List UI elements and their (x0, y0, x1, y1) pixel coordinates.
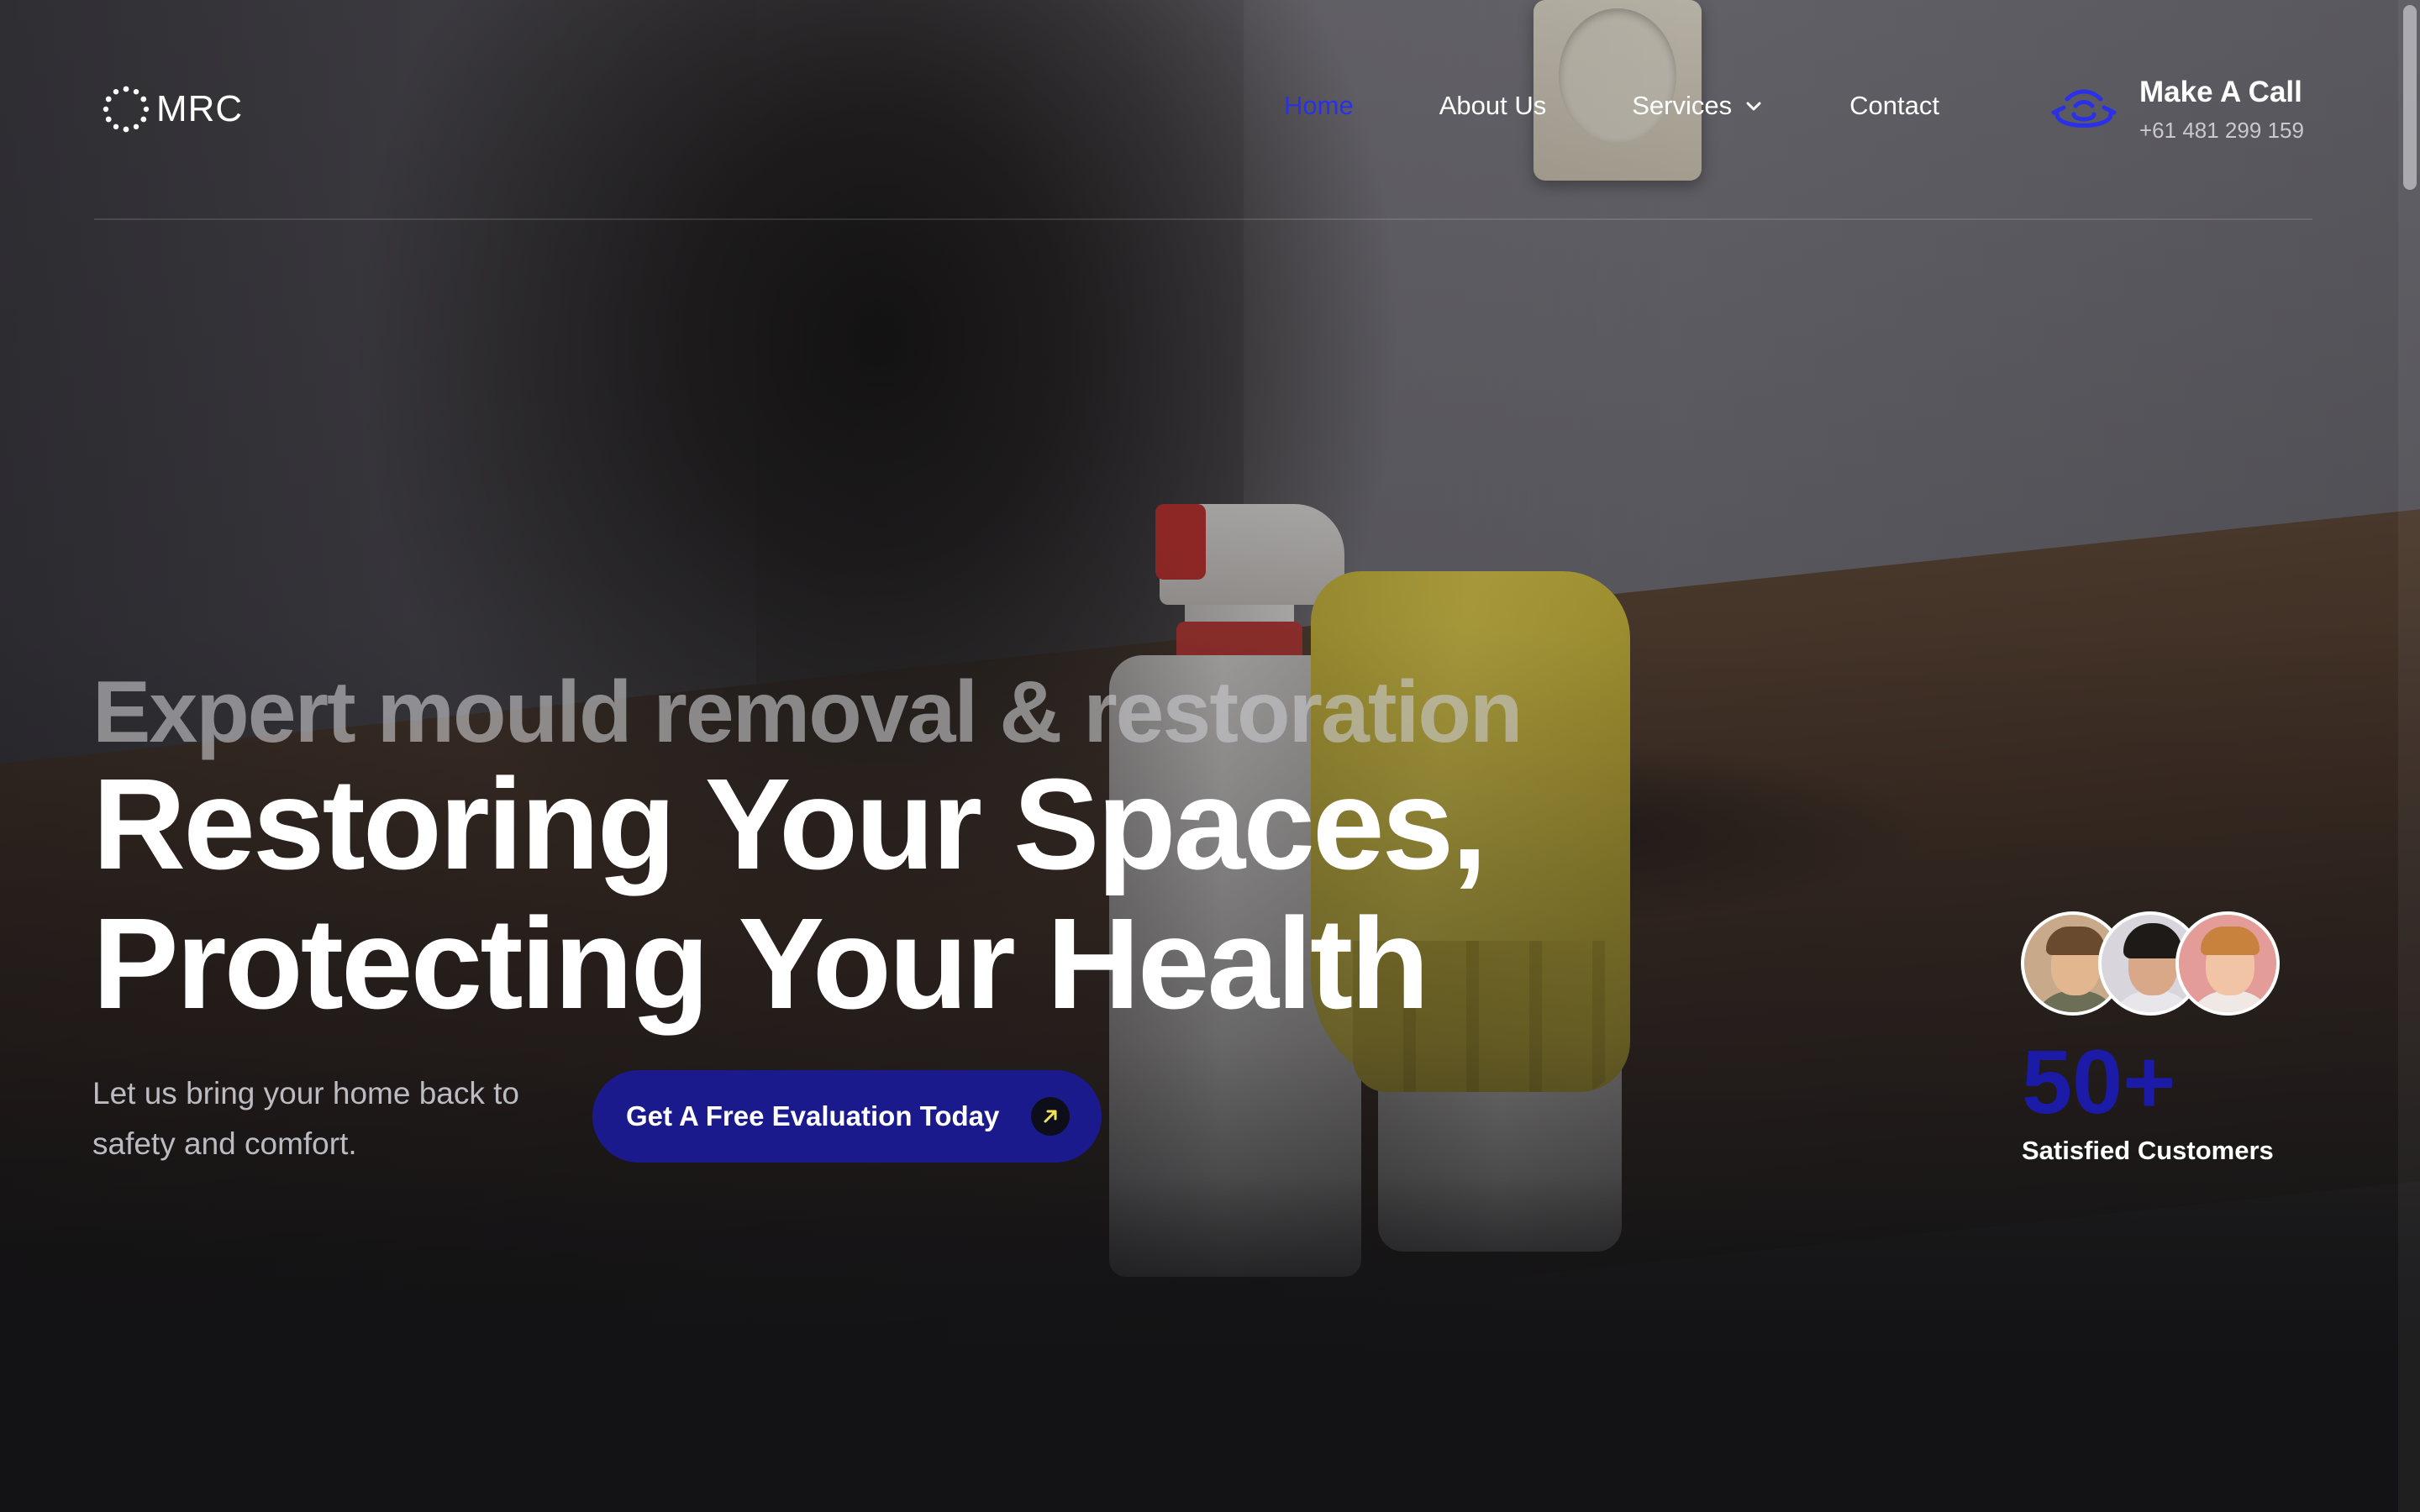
header-divider (94, 218, 2312, 220)
customers-label: Satisfied Customers (2022, 1136, 2274, 1165)
hero-eyebrow: Expert mould removal & restoration (92, 664, 1523, 761)
nav-item-about-us[interactable]: About Us (1439, 91, 1547, 121)
chevron-down-icon (1746, 102, 1761, 111)
page-scrollbar[interactable] (2398, 0, 2420, 1512)
headset-icon (2051, 89, 2117, 128)
customers-count: 50+ (2022, 1031, 2176, 1132)
make-a-call[interactable]: Make A Call +61 481 299 159 (2050, 76, 2304, 144)
page: MRC Home About Us Services Contact Make … (0, 0, 2420, 1512)
hero-headline-line-2: Protecting Your Health (92, 891, 1429, 1036)
nav-item-home[interactable]: Home (1284, 91, 1354, 121)
avatar (2175, 911, 2280, 1016)
arrow-up-right-icon (1031, 1097, 1070, 1136)
hero-subtext: Let us bring your home back to safety an… (92, 1076, 520, 1161)
logo-text: MRC (156, 88, 244, 129)
hero-headline: Restoring Your Spaces, Protecting Your H… (92, 754, 1605, 1033)
customer-avatars (2021, 911, 2290, 1021)
logo[interactable]: MRC (103, 82, 243, 136)
hero-headline-line-1: Restoring Your Spaces, (92, 752, 1487, 896)
nav-item-services[interactable]: Services (1632, 91, 1764, 121)
main-nav: Home About Us Services Contact (1284, 91, 1939, 121)
scrollbar-thumb[interactable] (2403, 5, 2417, 190)
free-evaluation-button[interactable]: Get A Free Evaluation Today (592, 1070, 1102, 1163)
logo-ring-icon (103, 86, 150, 133)
call-phone-number[interactable]: +61 481 299 159 (2139, 118, 2304, 144)
free-evaluation-button-label: Get A Free Evaluation Today (626, 1100, 1000, 1131)
nav-item-contact[interactable]: Contact (1849, 91, 1939, 121)
nav-item-services-label: Services (1632, 91, 1733, 120)
call-title: Make A Call (2139, 76, 2302, 108)
site-header: MRC Home About Us Services Contact Make … (0, 0, 2420, 220)
